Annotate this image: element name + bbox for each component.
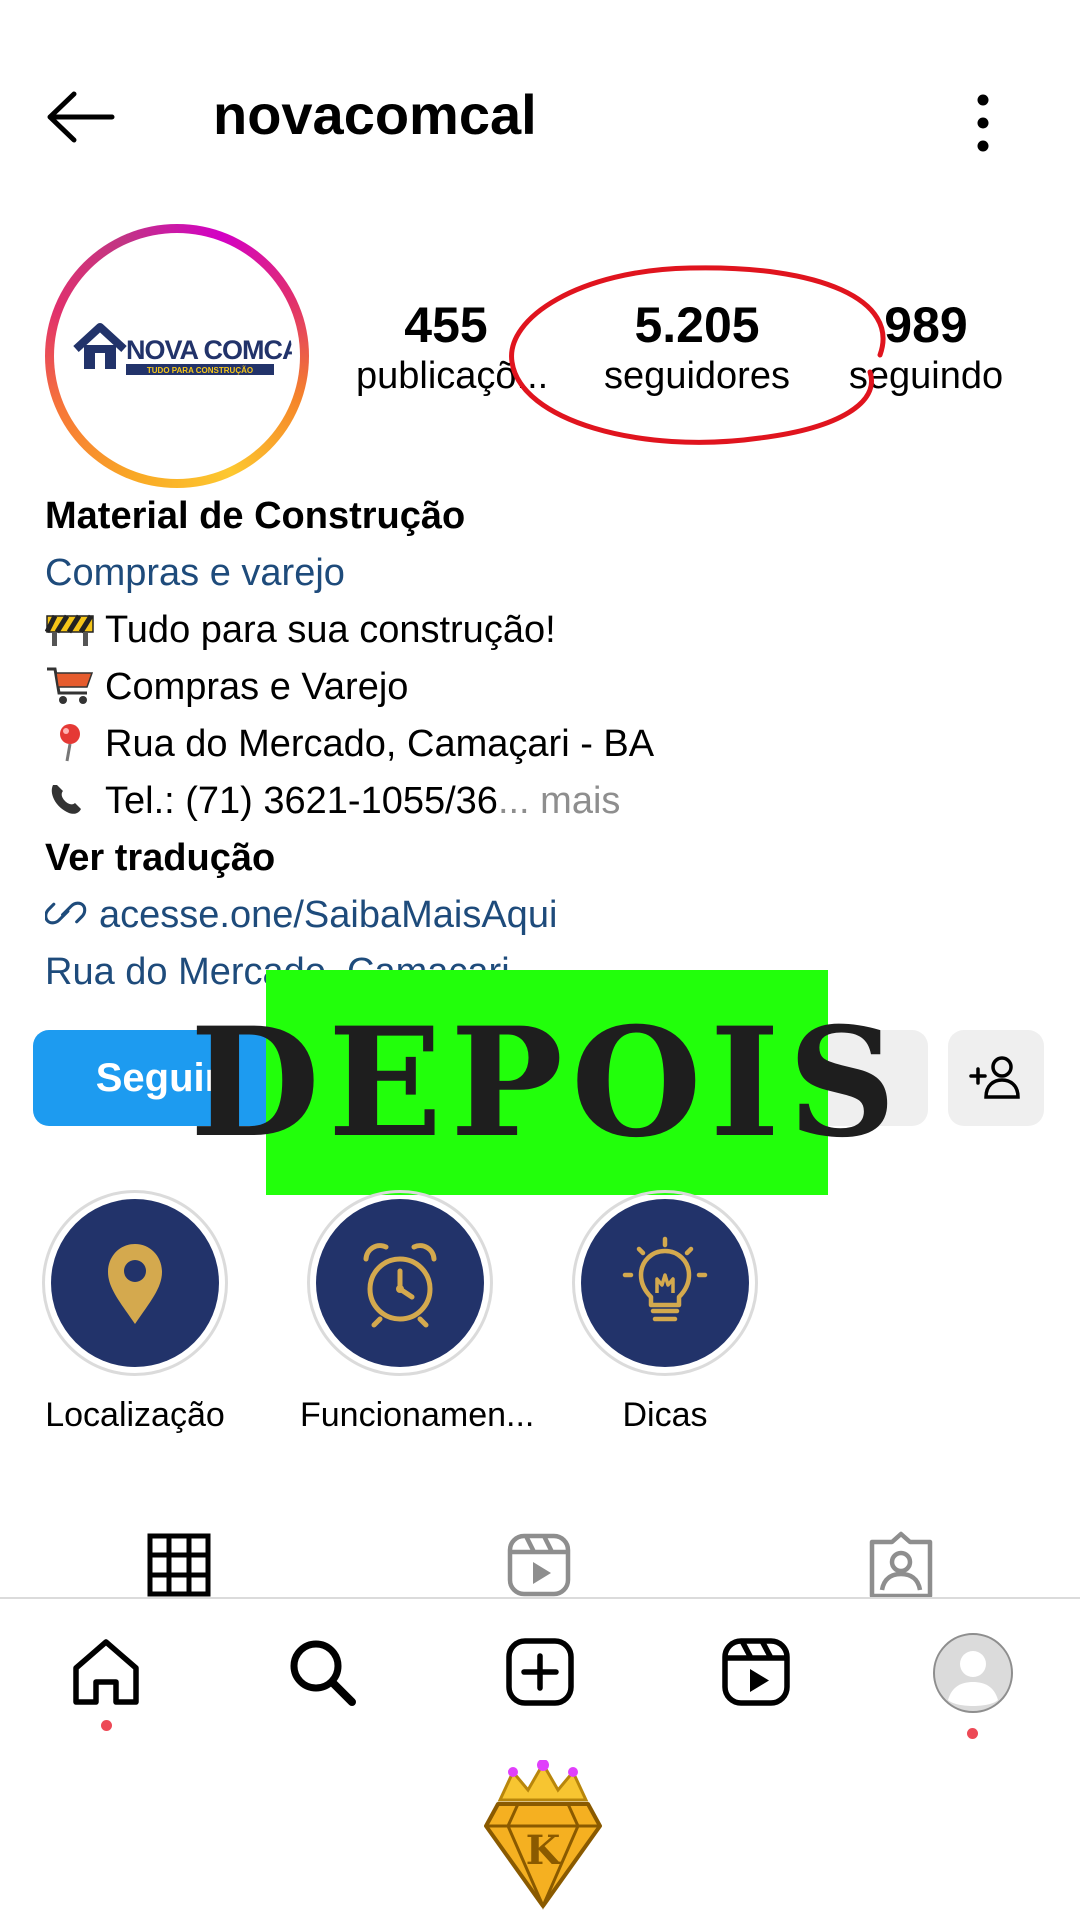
story-ring[interactable]: NOVA COMCAL TUDO PARA CONSTRUÇÃO xyxy=(45,224,309,488)
bio-line-4: Tel.: (71) 3621-1055/36 xyxy=(105,780,498,822)
nav-search[interactable] xyxy=(282,1632,362,1712)
profile-username: novacomcal xyxy=(213,83,537,146)
profile-category[interactable]: Compras e varejo xyxy=(45,545,1045,602)
stat-following[interactable]: 989 seguindo xyxy=(836,297,1016,399)
translate-link[interactable]: Ver tradução xyxy=(45,830,1045,887)
round-pushpin-icon xyxy=(60,724,80,762)
location-pin-icon xyxy=(108,1244,162,1324)
profile-bio: Material de Construção Compras e varejo … xyxy=(45,488,1045,1001)
shopping-cart-icon xyxy=(47,667,94,704)
reels-icon xyxy=(507,1533,571,1597)
home-notification-dot xyxy=(101,1720,112,1731)
bottom-navigation xyxy=(0,1600,1080,1760)
suggested-users-button[interactable] xyxy=(948,1030,1044,1126)
bio-website-link[interactable]: acesse.one/SaibaMaisAqui xyxy=(45,887,1045,944)
nav-profile[interactable] xyxy=(932,1632,1014,1714)
following-label: seguindo xyxy=(848,355,1004,397)
back-arrow-icon xyxy=(47,91,115,143)
lightbulb-icon xyxy=(622,1236,708,1322)
profile-header: novacomcal xyxy=(0,60,1080,170)
grid-icon xyxy=(147,1533,211,1597)
home-icon xyxy=(73,1639,139,1705)
highlight-label: Funcionamen... xyxy=(300,1396,535,1434)
bio-line-address: Rua do Mercado, Camaçari - BA xyxy=(45,716,1045,773)
construction-barrier-icon xyxy=(45,614,94,646)
posts-label: publicaçõ... xyxy=(356,355,549,397)
profile-notification-dot xyxy=(967,1728,978,1739)
website-url: acesse.one/SaibaMaisAqui xyxy=(99,894,558,936)
link-icon xyxy=(45,901,87,925)
svg-text:NOVA COMCAL: NOVA COMCAL xyxy=(126,335,292,365)
telephone-icon xyxy=(51,785,81,814)
followers-label: seguidores xyxy=(604,355,790,397)
bio-line-1: Tudo para sua construção! xyxy=(105,609,556,651)
tab-tagged[interactable] xyxy=(866,1530,936,1600)
create-icon xyxy=(506,1638,574,1706)
tab-reels[interactable] xyxy=(504,1530,574,1600)
tagged-icon xyxy=(869,1531,933,1599)
nav-create[interactable] xyxy=(500,1632,580,1712)
posts-count: 455 xyxy=(404,297,488,353)
svg-text:K: K xyxy=(526,1827,562,1874)
profile-name: Material de Construção xyxy=(45,495,466,537)
following-count: 989 xyxy=(884,297,968,353)
stat-followers[interactable]: 5.205 seguidores xyxy=(587,297,807,399)
search-icon xyxy=(290,1640,356,1706)
crown-diamond-watermark: K xyxy=(478,1759,608,1910)
highlight-label: Dicas xyxy=(622,1396,708,1434)
bio-line-shopping: Compras e Varejo xyxy=(45,659,1045,716)
highlight-dicas[interactable]: Dicas xyxy=(565,1190,765,1435)
navbar-divider xyxy=(0,1597,1080,1599)
crown-diamond-icon: K xyxy=(484,1759,602,1910)
bio-line-3: Rua do Mercado, Camaçari - BA xyxy=(105,723,655,765)
nav-home[interactable] xyxy=(66,1632,146,1712)
profile-icon xyxy=(933,1633,1013,1713)
followers-count: 5.205 xyxy=(634,297,760,353)
highlight-localizacao[interactable]: Localização xyxy=(35,1190,235,1435)
tab-posts-grid[interactable] xyxy=(144,1530,214,1600)
highlight-label: Localização xyxy=(45,1396,225,1434)
stat-posts[interactable]: 455 publicaçõ... xyxy=(356,297,549,399)
add-user-icon xyxy=(969,1056,1020,1099)
nav-reels[interactable] xyxy=(716,1632,796,1712)
more-options-button[interactable] xyxy=(955,88,1011,158)
more-vertical-icon xyxy=(977,94,989,152)
bio-more-link[interactable]: ... mais xyxy=(498,780,620,822)
profile-avatar: NOVA COMCAL TUDO PARA CONSTRUÇÃO xyxy=(62,241,292,471)
svg-text:TUDO PARA CONSTRUÇÃO: TUDO PARA CONSTRUÇÃO xyxy=(147,366,253,375)
content-tabs xyxy=(0,1530,1080,1600)
depois-text: DEPOIS xyxy=(189,994,905,1171)
bio-line-phone: Tel.: (71) 3621-1055/36... mais xyxy=(45,773,1045,830)
bio-line-construction: Tudo para sua construção! xyxy=(45,602,1045,659)
back-button[interactable] xyxy=(40,82,120,152)
nova-comcal-logo: NOVA COMCAL TUDO PARA CONSTRUÇÃO xyxy=(62,241,292,471)
highlight-funcionamento[interactable]: Funcionamen... xyxy=(300,1190,535,1435)
reels-icon xyxy=(722,1638,790,1706)
alarm-clock-icon xyxy=(363,1243,437,1328)
depois-overlay-banner: DEPOIS xyxy=(190,970,896,1195)
bio-line-2: Compras e Varejo xyxy=(105,666,409,708)
